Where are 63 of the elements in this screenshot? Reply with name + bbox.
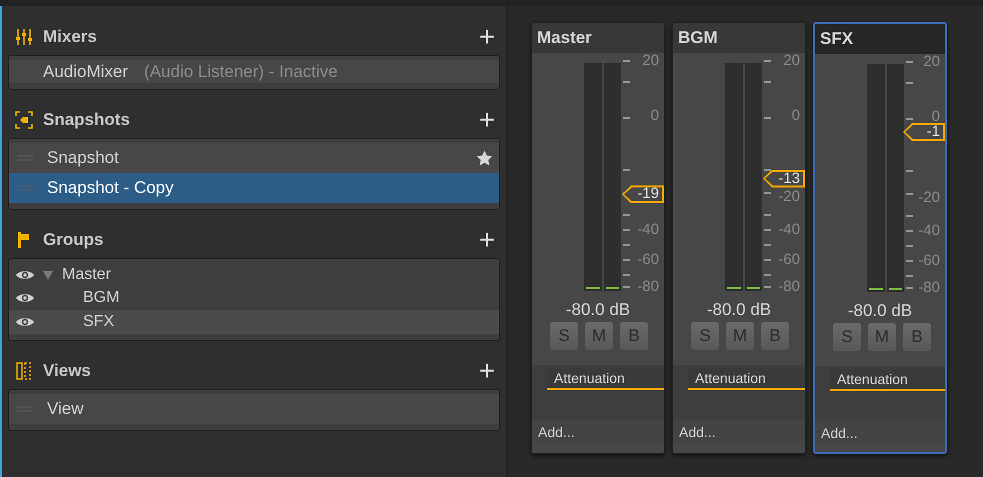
mixer-row[interactable]: AudioMixer (Audio Listener) - Inactive (9, 60, 499, 83)
group-name: BGM (83, 288, 120, 308)
add-button[interactable]: + (476, 106, 498, 134)
snapshot-row[interactable]: Snapshot - Copy (9, 173, 499, 203)
volume-reading: -80.0 dB (564, 300, 632, 320)
effect-slot[interactable]: Attenuation (547, 368, 664, 390)
drag-handle-icon[interactable] (17, 185, 33, 191)
snapshot-icon (15, 111, 33, 129)
scale-label: -40 (778, 223, 800, 237)
scale-label: -80 (918, 281, 940, 295)
strip-title: BGM (678, 27, 718, 50)
group-name: Master (62, 264, 111, 285)
effect-slot[interactable]: Attenuation (830, 369, 945, 391)
section-title: Snapshots (43, 109, 130, 132)
add-button[interactable]: + (476, 356, 498, 384)
sliders-icon (15, 28, 33, 46)
scale-label: 20 (783, 54, 800, 68)
view-row[interactable]: View (9, 394, 499, 424)
group-name: SFX (83, 312, 114, 332)
effect-slot[interactable]: Attenuation (688, 368, 805, 390)
group-row[interactable]: SFX (9, 310, 499, 334)
section-title: Groups (43, 229, 104, 252)
scale-label: -20 (778, 190, 800, 204)
eye-icon[interactable] (15, 292, 35, 304)
channel-strip[interactable]: Master -19 20 0 -40 -60 -80 -80.0 dB S M B Attenuation Add... (531, 22, 665, 454)
scale-label: -80 (637, 280, 659, 294)
section-title: Views (43, 360, 91, 382)
strip-title: Master (537, 27, 592, 50)
scale-label: -80 (778, 280, 800, 294)
fader-handle[interactable]: -13 (763, 170, 805, 188)
add-button[interactable]: + (476, 23, 498, 51)
scale-label: 0 (792, 109, 800, 123)
add-button[interactable]: + (476, 226, 498, 254)
scale-label: 0 (932, 110, 940, 124)
view-name: View (47, 398, 84, 420)
strip-title: SFX (820, 28, 854, 50)
snapshot-row[interactable]: Snapshot (9, 143, 499, 173)
volume-reading: -80.0 dB (706, 300, 772, 320)
snapshot-name: Snapshot - Copy (47, 177, 174, 200)
expand-triangle-icon[interactable] (42, 268, 54, 281)
columns-icon (15, 362, 33, 380)
scale-label: -40 (637, 223, 659, 237)
scale-label: -60 (918, 254, 940, 268)
scale-label: -40 (918, 224, 940, 238)
channel-strip[interactable]: SFX -1 20 0 -20 -40 -60 -80 -80.0 dB S M B Attenuation Add... (813, 22, 947, 454)
channel-strip[interactable]: BGM -13 20 0 -20 -40 -60 -80 -80.0 dB S M B Attenuation Add... (672, 22, 806, 454)
volume-reading: -80.0 dB (846, 301, 914, 321)
snapshot-name: Snapshot (47, 147, 119, 170)
scale-label: -60 (778, 253, 800, 267)
scale-label: -60 (637, 253, 659, 267)
group-row[interactable]: BGM (9, 286, 499, 310)
section-title: Mixers (43, 26, 97, 48)
scale-label: -20 (918, 191, 940, 205)
scale-label: 20 (923, 55, 940, 69)
scale-label: 20 (642, 54, 659, 68)
group-row[interactable]: Master (9, 263, 499, 286)
mixer-status: (Audio Listener) - Inactive (144, 60, 338, 83)
eye-icon[interactable] (15, 316, 35, 328)
mixer-name: AudioMixer (43, 60, 128, 83)
fader-handle[interactable]: -1 (903, 123, 945, 142)
scale-label: 0 (650, 109, 659, 123)
fader-handle[interactable]: -19 (622, 185, 664, 204)
eye-icon[interactable] (15, 268, 35, 281)
